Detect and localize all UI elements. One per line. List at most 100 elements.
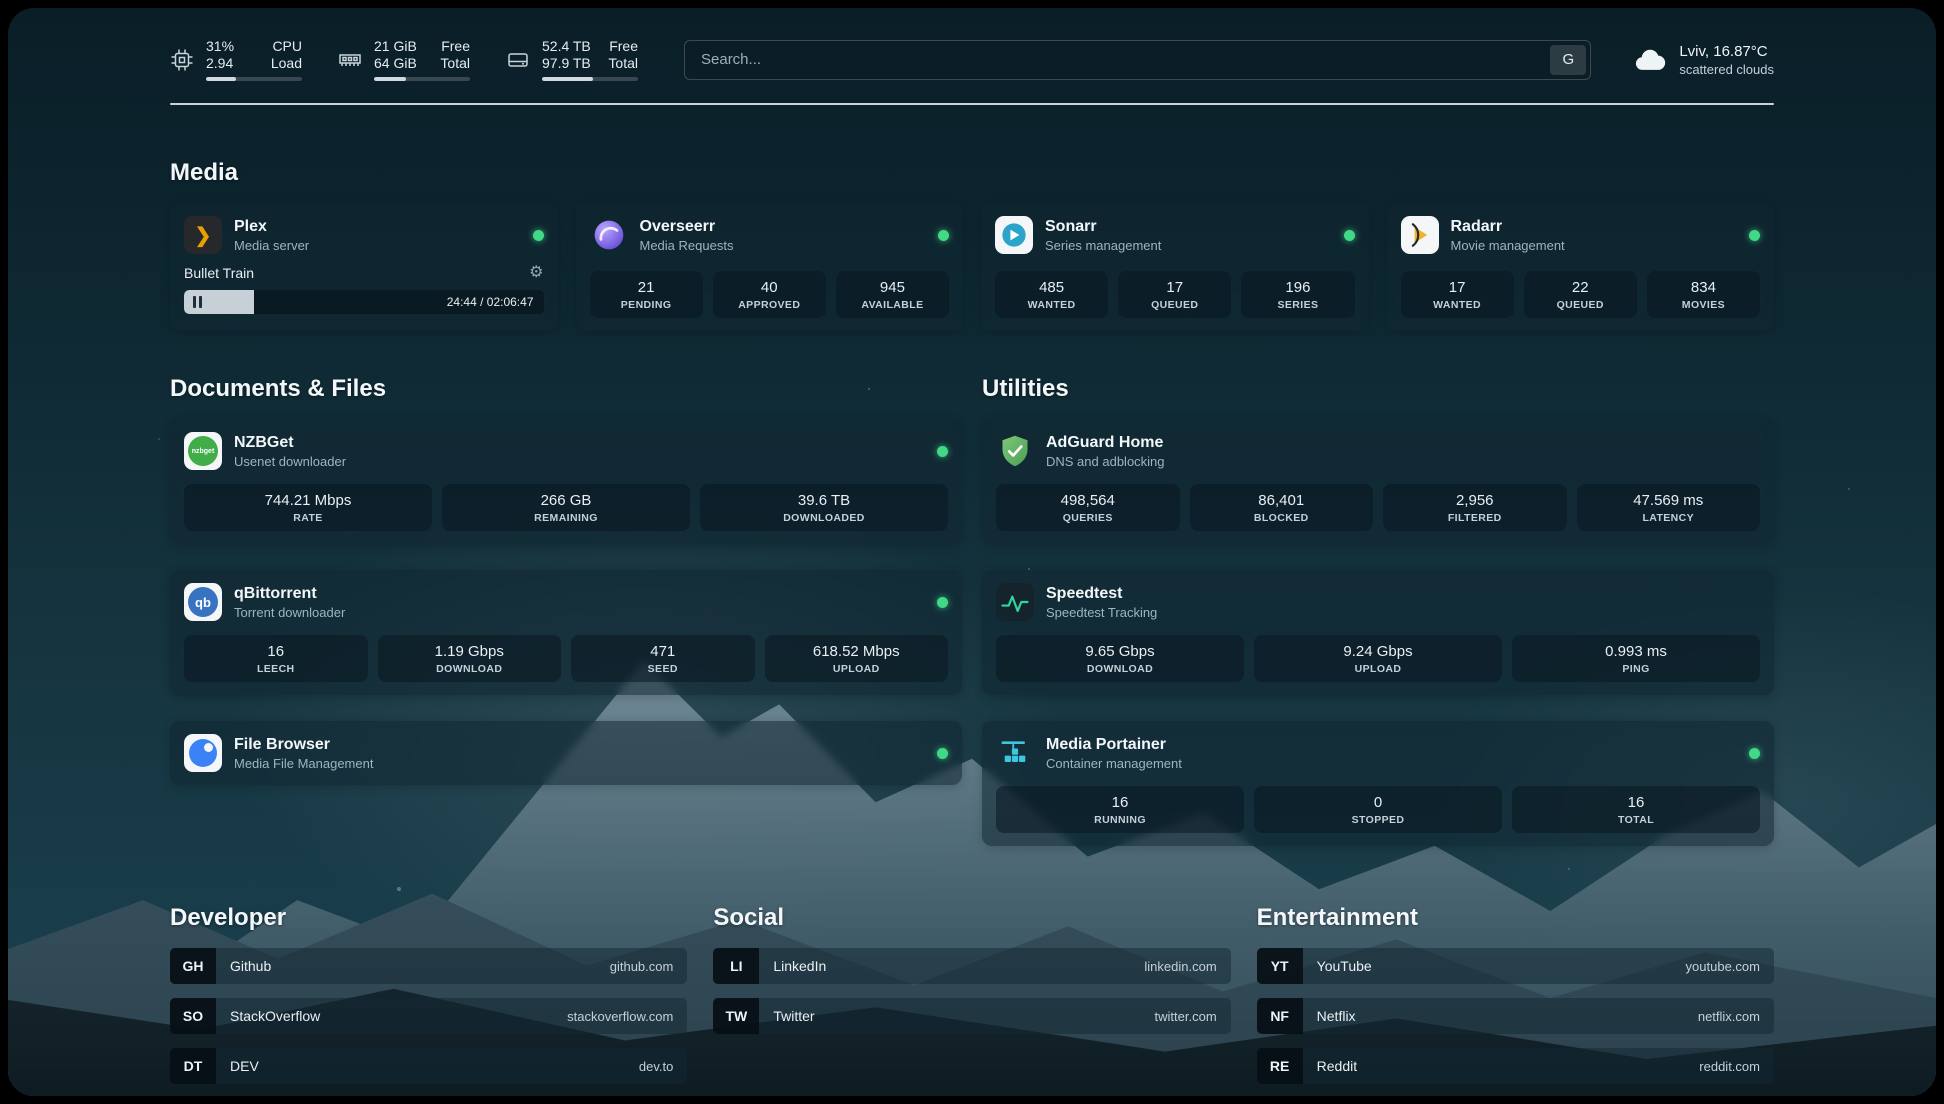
search-provider-button[interactable]: G bbox=[1550, 45, 1586, 75]
bookmark-abbr: TW bbox=[713, 998, 759, 1034]
bookmark-stackoverflow[interactable]: SO StackOverflow stackoverflow.com bbox=[170, 998, 687, 1034]
qbittorrent-logo-text: qb bbox=[195, 595, 211, 610]
stat-value: 266 GB bbox=[446, 492, 686, 509]
memory-total-value: 64 GiB bbox=[374, 55, 417, 72]
stat-label: LATENCY bbox=[1581, 512, 1757, 524]
disk-free-label: Free bbox=[609, 38, 638, 55]
bookmark-twitter[interactable]: TW Twitter twitter.com bbox=[713, 998, 1230, 1034]
stat-stopped: 0STOPPED bbox=[1254, 786, 1502, 833]
cpu-icon bbox=[170, 48, 194, 72]
filebrowser-icon bbox=[184, 734, 222, 772]
app-card-radarr[interactable]: Radarr Movie management 17WANTED 22QUEUE… bbox=[1387, 203, 1775, 331]
section-title-documents: Documents & Files bbox=[170, 375, 962, 403]
stat-value: 618.52 Mbps bbox=[769, 643, 945, 660]
bookmark-name: Reddit bbox=[1317, 1058, 1357, 1074]
stat-label: APPROVED bbox=[717, 299, 822, 311]
stat-label: WANTED bbox=[999, 299, 1104, 311]
app-card-filebrowser[interactable]: File Browser Media File Management bbox=[170, 721, 962, 785]
bookmark-reddit[interactable]: RE Reddit reddit.com bbox=[1257, 1048, 1774, 1084]
sonarr-titles: Sonarr Series management bbox=[1045, 217, 1161, 253]
stat-label: WANTED bbox=[1405, 299, 1510, 311]
stat-value: 2,956 bbox=[1387, 492, 1563, 509]
app-card-adguard[interactable]: AdGuard Home DNS and adblocking 498,564Q… bbox=[982, 419, 1774, 544]
weather-condition: scattered clouds bbox=[1679, 62, 1774, 77]
stat-value: 471 bbox=[575, 643, 751, 660]
developer-list: GH Github github.com SO StackOverflow st… bbox=[170, 948, 687, 1084]
status-dot bbox=[937, 597, 948, 608]
stat-seed: 471 SEED bbox=[571, 635, 755, 682]
portainer-titles: Media Portainer Container management bbox=[1046, 735, 1182, 771]
app-name: AdGuard Home bbox=[1046, 433, 1165, 452]
nzbget-icon: nzbget bbox=[184, 432, 222, 470]
bookmark-linkedin[interactable]: LI LinkedIn linkedin.com bbox=[713, 948, 1230, 984]
middle-columns: Documents & Files nzbget NZBGet Usenet d… bbox=[170, 375, 1774, 846]
gear-icon[interactable]: ⚙ bbox=[529, 265, 543, 281]
status-dot bbox=[1749, 230, 1760, 241]
bookmark-netflix[interactable]: NF Netflix netflix.com bbox=[1257, 998, 1774, 1034]
playback-time: 24:44 / 02:06:47 bbox=[447, 295, 534, 309]
dashboard-content: 31%CPU 2.94Load 21 GiBFree 64 GiBTotal bbox=[8, 8, 1936, 1096]
section-title-entertainment: Entertainment bbox=[1257, 904, 1774, 932]
playback-progress-bar[interactable]: 24:44 / 02:06:47 bbox=[184, 290, 544, 314]
bookmark-youtube[interactable]: YT YouTube youtube.com bbox=[1257, 948, 1774, 984]
memory-widget: 21 GiBFree 64 GiBTotal bbox=[338, 38, 470, 81]
stat-value: 9.65 Gbps bbox=[1000, 643, 1240, 660]
disk-row-2: 97.9 TBTotal bbox=[542, 55, 638, 72]
filebrowser-logo-dot bbox=[204, 743, 213, 752]
portainer-stats: 16RUNNING 0STOPPED 16TOTAL bbox=[996, 786, 1760, 833]
stat-label: SERIES bbox=[1245, 299, 1350, 311]
documents-stack: nzbget NZBGet Usenet downloader 744.21 M… bbox=[170, 419, 962, 785]
bookmark-abbr: LI bbox=[713, 948, 759, 984]
stat-value: 39.6 TB bbox=[704, 492, 944, 509]
stat-download: 9.65 Gbps DOWNLOAD bbox=[996, 635, 1244, 682]
app-card-overseerr[interactable]: Overseerr Media Requests 21PENDING 40APP… bbox=[576, 203, 964, 331]
memory-free-value: 21 GiB bbox=[374, 38, 417, 55]
disk-widget: 52.4 TB Free 97.9 TBTotal bbox=[506, 38, 638, 81]
app-card-nzbget[interactable]: nzbget NZBGet Usenet downloader 744.21 M… bbox=[170, 419, 962, 544]
stat-label: SEED bbox=[575, 663, 751, 675]
bookmark-name: StackOverflow bbox=[230, 1008, 320, 1024]
stat-label: UPLOAD bbox=[769, 663, 945, 675]
search-container: G bbox=[684, 40, 1591, 80]
stat-value: 744.21 Mbps bbox=[188, 492, 428, 509]
bookmark-group-developer: Developer GH Github github.com SO StackO… bbox=[170, 904, 687, 1084]
cpu-row-1: 31%CPU bbox=[206, 38, 302, 55]
adguard-titles: AdGuard Home DNS and adblocking bbox=[1046, 433, 1165, 469]
stat-downloaded: 39.6 TBDOWNLOADED bbox=[700, 484, 948, 531]
app-name: Sonarr bbox=[1045, 217, 1161, 236]
stat-series: 196SERIES bbox=[1241, 271, 1354, 318]
stat-label: MOVIES bbox=[1651, 299, 1756, 311]
app-card-portainer[interactable]: Media Portainer Container management 16R… bbox=[982, 721, 1774, 846]
bookmark-url: dev.to bbox=[639, 1059, 673, 1074]
resource-widgets: 31%CPU 2.94Load 21 GiBFree 64 GiBTotal bbox=[170, 38, 638, 81]
overseerr-header: Overseerr Media Requests bbox=[590, 216, 950, 254]
status-dot bbox=[937, 748, 948, 759]
stat-blocked: 86,401BLOCKED bbox=[1190, 484, 1374, 531]
search-input[interactable] bbox=[684, 40, 1591, 80]
pause-icon[interactable] bbox=[193, 296, 202, 308]
app-card-qbittorrent[interactable]: qb qBittorrent Torrent downloader 16LEEC… bbox=[170, 570, 962, 695]
bookmark-name: Twitter bbox=[773, 1008, 814, 1024]
nzbget-logo-circle: nzbget bbox=[188, 436, 218, 466]
cpu-load-label: Load bbox=[271, 55, 302, 72]
stat-value: 0 bbox=[1258, 794, 1498, 811]
app-card-sonarr[interactable]: Sonarr Series management 485WANTED 17QUE… bbox=[981, 203, 1369, 331]
qbittorrent-titles: qBittorrent Torrent downloader bbox=[234, 584, 345, 620]
stat-label: BLOCKED bbox=[1194, 512, 1370, 524]
sonarr-stats: 485WANTED 17QUEUED 196SERIES bbox=[995, 271, 1355, 318]
overseerr-icon bbox=[590, 216, 628, 254]
bookmark-url: reddit.com bbox=[1699, 1059, 1760, 1074]
bookmark-github[interactable]: GH Github github.com bbox=[170, 948, 687, 984]
memory-readouts: 21 GiBFree 64 GiBTotal bbox=[374, 38, 470, 81]
header-divider bbox=[170, 103, 1774, 105]
weather-text: Lviv, 16.87°C scattered clouds bbox=[1679, 43, 1774, 77]
bookmark-dev[interactable]: DT DEV dev.to bbox=[170, 1048, 687, 1084]
nzbget-stats: 744.21 MbpsRATE 266 GBREMAINING 39.6 TBD… bbox=[184, 484, 948, 531]
app-card-plex[interactable]: ❯ Plex Media server Bullet Train ⚙ bbox=[170, 203, 558, 331]
stat-label: DOWNLOAD bbox=[1000, 663, 1240, 675]
bookmark-abbr: GH bbox=[170, 948, 216, 984]
disk-free-value: 52.4 TB bbox=[542, 38, 591, 55]
stat-label: RUNNING bbox=[1000, 814, 1240, 826]
stat-value: 21 bbox=[594, 279, 699, 296]
app-card-speedtest[interactable]: Speedtest Speedtest Tracking 9.65 GbpsDO… bbox=[982, 570, 1774, 695]
